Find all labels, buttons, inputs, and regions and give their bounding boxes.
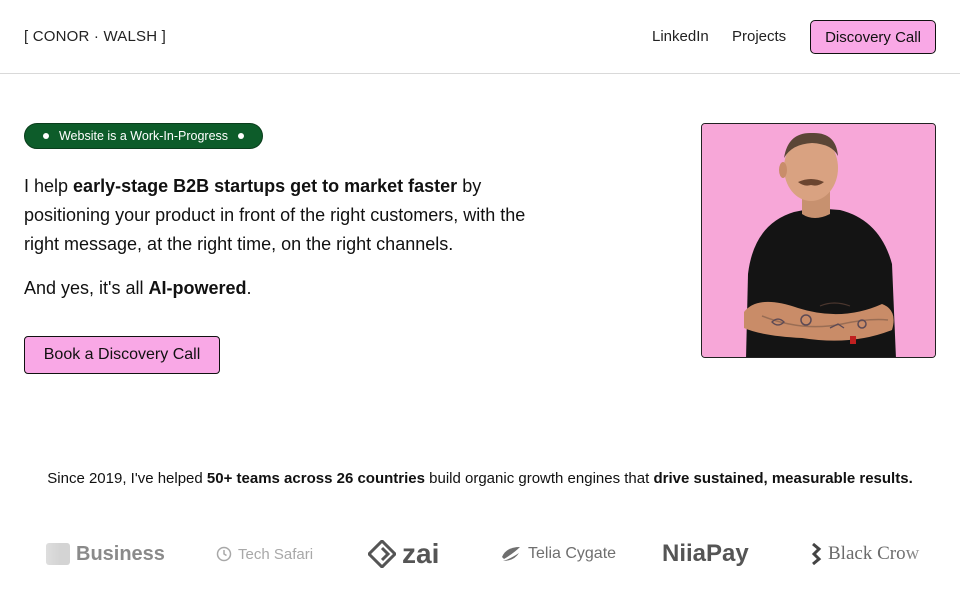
logos-fade-right [900,528,960,580]
dot-icon [238,133,245,139]
clock-icon [216,546,232,562]
stats-line: Since 2019, I've helped 50+ teams across… [0,470,960,487]
logo-telia-cygate: Telia Cygate [500,528,616,580]
book-discovery-call-button[interactable]: Book a Discovery Call [24,336,220,374]
crow-icon [811,543,822,565]
portrait-illustration [702,124,935,357]
logo-telia-cygate-label: Telia Cygate [528,545,617,562]
logo-business: Business [46,528,165,580]
profile-photo [701,123,936,358]
nav-linkedin-link[interactable]: LinkedIn [652,28,709,45]
logo-niiapay: NiiaPay [662,528,749,580]
telia-icon [502,547,520,561]
logos-fade-left [0,528,60,580]
dot-icon [42,133,49,139]
stats-emphasis-1: 50+ teams across 26 countries [206,470,425,487]
logo-tech-safari-label: Tech Safari [238,545,314,563]
brand-logo[interactable]: [ CONOR · WALSH ] [24,28,166,45]
nav-projects-link[interactable]: Projects [732,28,786,45]
discovery-call-button[interactable]: Discovery Call [810,20,936,54]
stats-text-2: build organic growth engines that [424,470,654,487]
diamond-icon [368,540,396,568]
hero-intro: I help early-stage B2B startups get to m… [24,172,554,259]
tagline-emphasis: AI-powered [148,278,247,298]
site-header: [ CONOR · WALSH ] LinkedIn Projects Disc… [0,0,960,74]
wip-badge: Website is a Work-In-Progress [24,123,263,149]
intro-text-1: I help [24,176,74,196]
client-logos-strip: Business Tech Safari zai Telia Cygate Ni… [0,528,960,580]
logo-zai: zai [368,528,439,580]
hero-tagline: And yes, it's all AI-powered. [24,274,252,303]
logo-niiapay-label: NiiaPay [662,540,749,567]
intro-emphasis: early-stage B2B startups get to market f… [73,176,458,196]
logo-tech-safari: Tech Safari [216,528,313,580]
wip-badge-label: Website is a Work-In-Progress [58,129,229,143]
tagline-text-2: . [246,278,252,298]
logo-business-label: Business [76,542,165,565]
tagline-text-1: And yes, it's all [24,278,149,298]
logo-zai-label: zai [402,538,440,569]
stats-emphasis-2: drive sustained, measurable results. [653,470,913,487]
stats-text-1: Since 2019, I've helped [47,470,207,487]
